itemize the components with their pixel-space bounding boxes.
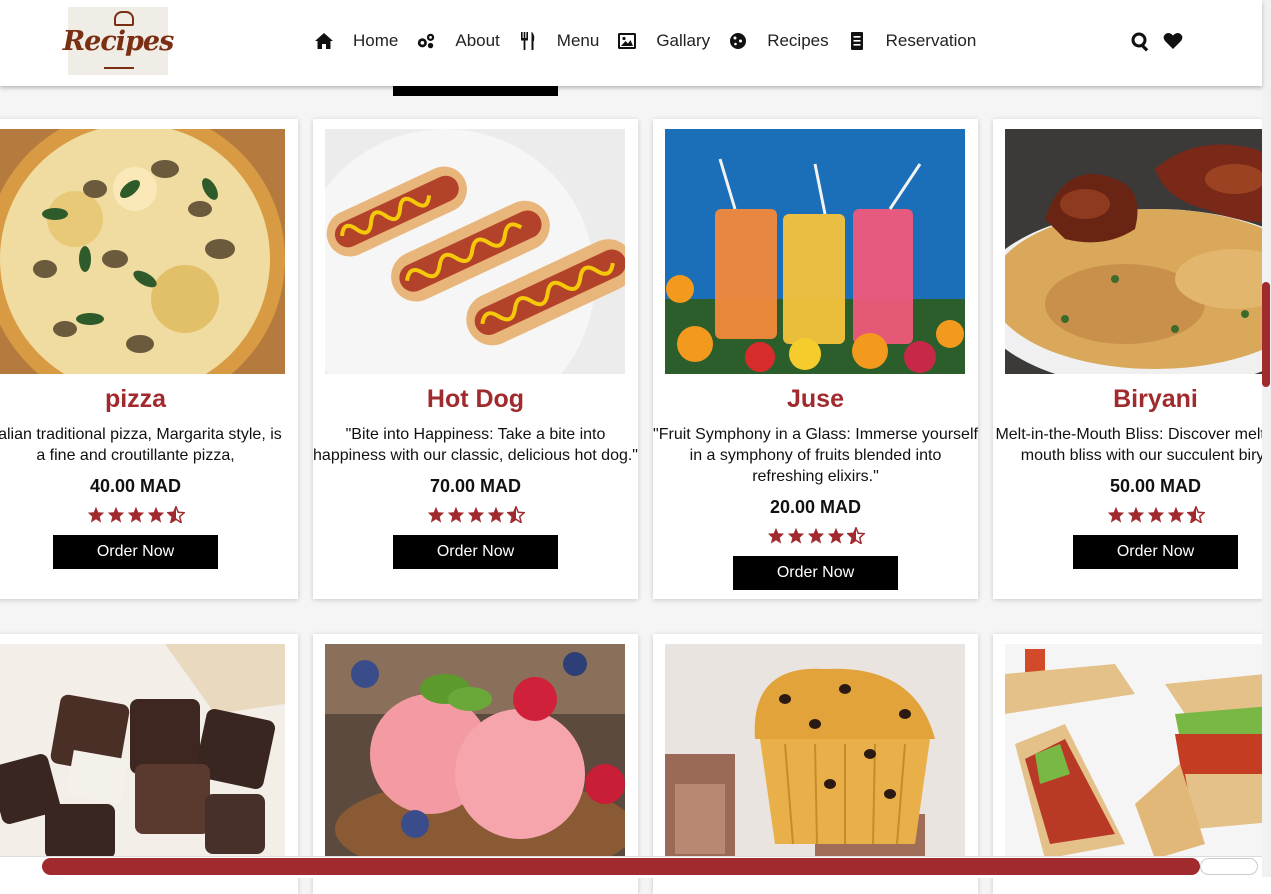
star-full-icon	[1147, 506, 1165, 523]
product-card-biryani: Biryani Melt-in-the-Mouth Bliss: Discove…	[993, 119, 1271, 599]
rating-stars	[313, 504, 638, 525]
card-description: "Bite into Happiness: Take a bite into h…	[313, 424, 638, 466]
chef-hat-icon	[114, 11, 134, 26]
card-price: 70.00 MAD	[429, 476, 522, 496]
card-description: "Fruit Symphony in a Glass: Immerse your…	[653, 424, 978, 487]
star-full-icon	[767, 527, 785, 544]
nav-recipes[interactable]: Recipes	[728, 31, 829, 51]
card-title: Hot Dog	[426, 385, 525, 413]
horizontal-scrollbar-thumb[interactable]	[42, 858, 1200, 875]
hot-dog-image	[325, 129, 625, 374]
product-card-juse: Juse "Fruit Symphony in a Glass: Immerse…	[653, 119, 978, 599]
star-full-icon	[427, 506, 445, 523]
header-actions	[1131, 32, 1183, 57]
card-title: Juse	[787, 385, 844, 413]
card-title: Biryani	[1113, 385, 1198, 413]
star-full-icon	[487, 506, 505, 523]
nav-menu-label: Menu	[556, 31, 600, 50]
card-price: 50.00 MAD	[1109, 476, 1202, 496]
heart-icon[interactable]	[1163, 32, 1183, 57]
order-now-button[interactable]: Order Now	[393, 535, 558, 569]
active-button-partial[interactable]	[393, 86, 558, 96]
rating-stars	[993, 504, 1271, 525]
site-header: Recipes Home About Menu Gallary Recipes …	[0, 0, 1262, 86]
nav-menu[interactable]: Menu	[518, 31, 600, 51]
star-full-icon	[447, 506, 465, 523]
star-full-icon	[87, 506, 105, 523]
card-desc-line: happiness with our classic, delicious ho…	[313, 447, 638, 464]
star-full-icon	[127, 506, 145, 523]
nav-recipes-label: Recipes	[767, 31, 829, 50]
card-desc-line: mouth bliss with our succulent biryani.	[1020, 447, 1271, 464]
logo-text: Recipes	[62, 25, 175, 57]
star-full-icon	[827, 527, 845, 544]
chocolates-image	[0, 644, 285, 859]
product-card-muffin	[653, 634, 978, 894]
product-card-pizza: pizza Italian traditional pizza, Margari…	[0, 119, 298, 599]
card-desc-line: Melt-in-the-Mouth Bliss: Discover melt-i…	[995, 426, 1271, 443]
main-nav: Home About Menu Gallary Recipes Reservat…	[314, 30, 994, 52]
nav-reservation-label: Reservation	[885, 31, 977, 50]
star-full-icon	[787, 527, 805, 544]
card-desc-line: in a symphony of fruits blended into	[689, 447, 942, 464]
product-card-sandwich	[993, 634, 1271, 894]
cookie-icon	[728, 31, 748, 51]
nav-about-label: About	[455, 31, 500, 50]
product-card-chocolates	[0, 634, 298, 894]
star-full-icon	[1107, 506, 1125, 523]
horizontal-scrollbar-end	[1200, 858, 1258, 875]
pizza-image	[0, 129, 285, 374]
logo[interactable]: Recipes	[63, 7, 174, 75]
order-now-button[interactable]: Order Now	[733, 556, 898, 590]
rating-stars	[653, 525, 978, 546]
order-now-button[interactable]: Order Now	[53, 535, 218, 569]
product-card-ice-cream	[313, 634, 638, 894]
product-card-hot-dog: Hot Dog "Bite into Happiness: Take a bit…	[313, 119, 638, 599]
star-half-icon	[165, 504, 186, 525]
ice-cream-image	[325, 644, 625, 859]
home-icon	[314, 31, 334, 51]
utensils-icon	[518, 31, 538, 51]
card-desc-line: Italian traditional pizza, Margarita sty…	[0, 426, 282, 443]
star-full-icon	[147, 506, 165, 523]
star-half-icon	[845, 525, 866, 546]
nav-reservation[interactable]: Reservation	[847, 31, 977, 51]
star-half-icon	[1185, 504, 1206, 525]
vertical-scrollbar-track[interactable]	[1262, 0, 1271, 877]
star-full-icon	[467, 506, 485, 523]
card-description: Italian traditional pizza, Margarita sty…	[0, 424, 298, 466]
gears-icon	[416, 31, 436, 51]
star-full-icon	[807, 527, 825, 544]
juice-image	[665, 129, 965, 374]
nav-home[interactable]: Home	[314, 31, 398, 51]
muffin-image	[665, 644, 965, 859]
image-icon	[617, 31, 637, 51]
card-price: 20.00 MAD	[769, 497, 862, 517]
utensils-mark	[104, 67, 134, 69]
biryani-image	[1005, 129, 1271, 374]
nav-about[interactable]: About	[416, 31, 500, 51]
star-full-icon	[1167, 506, 1185, 523]
card-desc-line: a fine and croutillante pizza,	[36, 447, 235, 464]
star-full-icon	[1127, 506, 1145, 523]
sandwich-image	[1005, 644, 1271, 859]
nav-gallary[interactable]: Gallary	[617, 31, 710, 51]
star-half-icon	[505, 504, 526, 525]
card-desc-line: "Bite into Happiness: Take a bite into	[345, 426, 606, 443]
card-price: 40.00 MAD	[89, 476, 182, 496]
receipt-icon	[847, 31, 867, 51]
nav-home-label: Home	[353, 31, 399, 50]
card-desc-line: "Fruit Symphony in a Glass: Immerse your…	[653, 426, 978, 443]
rating-stars	[0, 504, 298, 525]
card-desc-line: refreshing elixirs."	[752, 468, 879, 485]
order-now-button[interactable]: Order Now	[1073, 535, 1238, 569]
star-full-icon	[107, 506, 125, 523]
card-title: pizza	[104, 385, 167, 413]
search-icon[interactable]	[1131, 32, 1151, 57]
vertical-scrollbar-thumb[interactable]	[1262, 282, 1270, 387]
card-description: Melt-in-the-Mouth Bliss: Discover melt-i…	[993, 424, 1271, 466]
nav-gallary-label: Gallary	[656, 31, 711, 50]
